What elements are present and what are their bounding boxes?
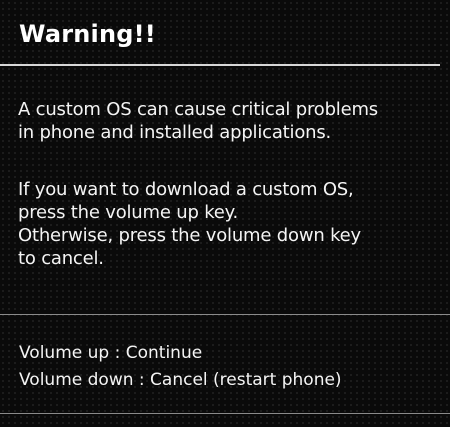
bottom-divider bbox=[0, 413, 450, 414]
download-mode-warning-screen: Warning!! A custom OS can cause critical… bbox=[0, 0, 450, 427]
message-line: in phone and installed applications. bbox=[18, 122, 332, 143]
message-line: A custom OS can cause critical problems bbox=[18, 99, 378, 120]
warning-title: Warning!! bbox=[19, 20, 156, 48]
warning-message-paragraph-2: If you want to download a custom OS, pre… bbox=[18, 178, 361, 270]
message-line: If you want to download a custom OS, bbox=[18, 179, 354, 200]
volume-up-continue-option[interactable]: Volume up : Continue bbox=[19, 340, 342, 367]
title-divider bbox=[0, 64, 440, 66]
message-line: to cancel. bbox=[18, 248, 104, 269]
options-divider bbox=[0, 314, 450, 315]
volume-down-cancel-option[interactable]: Volume down : Cancel (restart phone) bbox=[19, 367, 342, 394]
warning-message-paragraph-1: A custom OS can cause critical problems … bbox=[18, 98, 378, 144]
message-line: press the volume up key. bbox=[18, 202, 239, 223]
message-line: Otherwise, press the volume down key bbox=[18, 225, 361, 246]
key-options: Volume up : Continue Volume down : Cance… bbox=[19, 340, 342, 394]
